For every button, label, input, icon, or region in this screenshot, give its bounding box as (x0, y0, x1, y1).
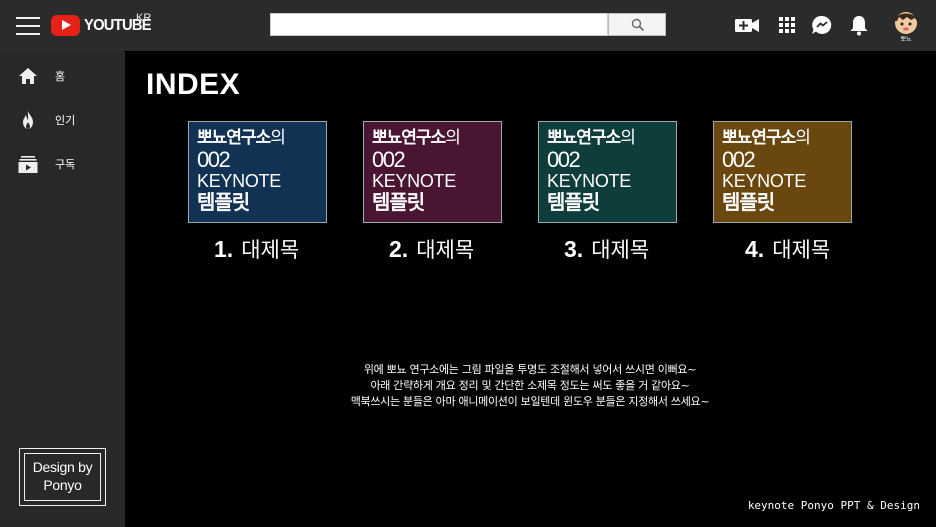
page-title: INDEX (146, 68, 241, 101)
template-card-2[interactable]: 뽀뇨연구소의 002 KEYNOTE 템플릿 (363, 121, 502, 223)
card-lab: 연구소 (576, 128, 621, 148)
card-caption-1[interactable]: 1. 대제목 (214, 234, 299, 264)
template-card-4[interactable]: 뽀뇨연구소의 002 KEYNOTE 템플릿 (713, 121, 852, 223)
sidebar-item-label: 홈 (55, 70, 66, 83)
card-lab: 연구소 (401, 128, 446, 148)
card-keynote: KEYNOTE (722, 171, 806, 191)
template-card-1[interactable]: 뽀뇨연구소의 002 KEYNOTE 템플릿 (188, 121, 327, 223)
caption-number: 1. (214, 236, 234, 262)
top-bar: YOUTUBE KR 뽀뇨 (0, 0, 936, 51)
card-keynote: KEYNOTE (547, 171, 631, 191)
note-line: 맥북쓰시는 분들은 아마 애니메이션이 보일텐데 윈도우 분들은 지정해서 쓰세… (350, 395, 710, 408)
upload-video-icon[interactable] (734, 13, 760, 37)
sidebar-item-label: 인기 (55, 114, 76, 127)
trending-flame-icon (23, 111, 33, 129)
search-icon (631, 18, 645, 32)
svg-text:뽀뇨: 뽀뇨 (900, 36, 912, 43)
card-template: 템플릿 (197, 190, 250, 214)
card-template: 템플릿 (372, 190, 425, 214)
card-suffix: 의 (795, 128, 811, 148)
card-brand: 뽀뇨 (372, 128, 402, 148)
caption-number: 4. (745, 236, 765, 262)
search-input[interactable] (270, 13, 608, 36)
home-icon (19, 68, 37, 84)
sidebar-item-home[interactable]: 홈 (0, 62, 125, 92)
card-brand: 뽀뇨 (722, 128, 752, 148)
youtube-logo-icon[interactable] (51, 15, 80, 36)
card-number: 002 (372, 147, 406, 172)
card-brand: 뽀뇨 (197, 128, 227, 148)
card-number: 002 (197, 147, 231, 172)
design-by-line1: Design by (32, 459, 93, 475)
card-brand: 뽀뇨 (547, 128, 577, 148)
sidebar: 홈 인기 구독 Design by Ponyo (0, 51, 125, 527)
caption-number: 2. (389, 236, 409, 262)
design-by-line2: Ponyo (43, 477, 82, 493)
card-template: 템플릿 (547, 190, 600, 214)
avatar[interactable]: 뽀뇨 (891, 7, 921, 43)
caption-text: 대제목 (241, 238, 300, 262)
card-suffix: 의 (445, 128, 461, 148)
caption-number: 3. (564, 236, 584, 262)
card-keynote: KEYNOTE (372, 171, 456, 191)
sidebar-item-subscriptions[interactable]: 구독 (0, 150, 125, 180)
card-number: 002 (722, 147, 756, 172)
card-caption-4[interactable]: 4. 대제목 (745, 234, 830, 264)
card-template: 템플릿 (722, 190, 775, 214)
card-suffix: 의 (620, 128, 636, 148)
card-number: 002 (547, 147, 581, 172)
card-lab: 연구소 (226, 128, 271, 148)
footer-credit: keynote Ponyo PPT & Design (747, 499, 920, 512)
caption-text: 대제목 (416, 238, 475, 262)
messages-icon[interactable] (809, 13, 835, 37)
template-card-3[interactable]: 뽀뇨연구소의 002 KEYNOTE 템플릿 (538, 121, 677, 223)
subscriptions-icon (18, 156, 38, 173)
menu-icon[interactable] (16, 16, 40, 36)
notifications-bell-icon[interactable] (846, 13, 872, 37)
design-by-badge: Design by Ponyo (19, 448, 106, 506)
instruction-note: 위에 뽀뇨 연구소에는 그림 파일을 투명도 조절해서 넣어서 쓰시면 이뻐요~… (280, 362, 780, 410)
sidebar-item-trending[interactable]: 인기 (0, 106, 125, 136)
apps-grid-icon[interactable] (774, 13, 800, 37)
sidebar-item-label: 구독 (55, 158, 76, 171)
logo-country: KR (136, 12, 152, 24)
caption-text: 대제목 (591, 238, 650, 262)
search-button[interactable] (608, 13, 666, 36)
card-lab: 연구소 (751, 128, 796, 148)
note-line: 위에 뽀뇨 연구소에는 그림 파일을 투명도 조절해서 넣어서 쓰시면 이뻐요~ (363, 363, 697, 376)
card-caption-3[interactable]: 3. 대제목 (564, 234, 649, 264)
card-suffix: 의 (270, 128, 286, 148)
caption-text: 대제목 (772, 238, 831, 262)
note-line: 아래 간략하게 개요 정리 및 간단한 소제목 정도는 써도 좋을 거 같아요~ (370, 379, 690, 392)
card-keynote: KEYNOTE (197, 171, 281, 191)
card-caption-2[interactable]: 2. 대제목 (389, 234, 474, 264)
